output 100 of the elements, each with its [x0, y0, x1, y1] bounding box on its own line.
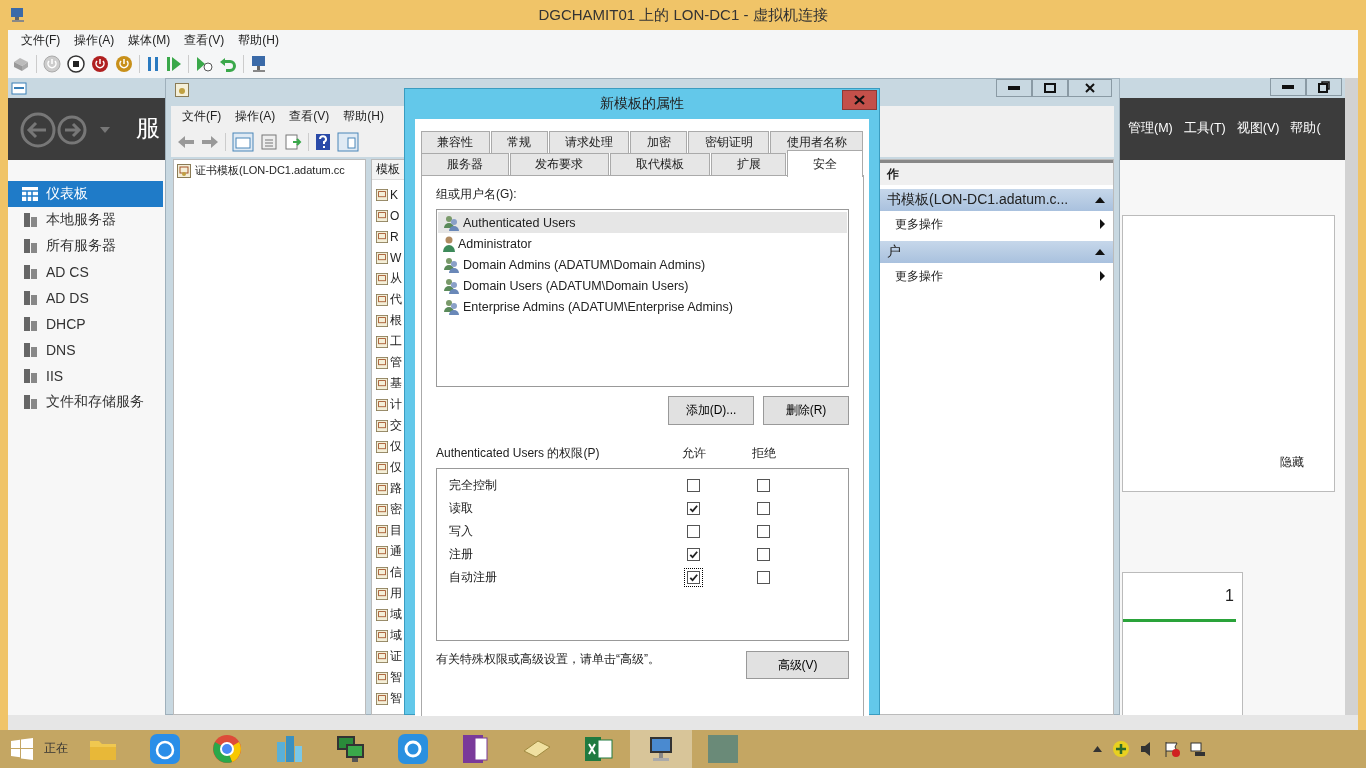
list-item[interactable]: Administrator — [438, 233, 847, 254]
template-row[interactable]: 代 — [376, 289, 402, 310]
menu-item[interactable]: 工具(T) — [1183, 120, 1226, 137]
minimize-button[interactable] — [996, 79, 1032, 97]
pause-icon[interactable] — [146, 56, 160, 72]
menu-item[interactable]: 管理(M) — [1128, 120, 1173, 137]
dialog-button[interactable]: 添加(D)... — [668, 396, 754, 425]
tab[interactable]: 安全 — [787, 150, 863, 177]
section-header[interactable]: 书模板(LON-DC1.adatum.c... — [879, 189, 1113, 211]
nav-item[interactable]: 所有服务器 — [8, 233, 163, 259]
monitor-icon[interactable] — [250, 55, 268, 73]
template-row[interactable]: 仅 — [376, 457, 402, 478]
undo-icon[interactable] — [219, 55, 237, 73]
advanced-button[interactable]: 高级(V) — [746, 651, 849, 679]
nav-item[interactable]: 文件和存储服务 — [8, 389, 163, 415]
list-item[interactable]: Enterprise Admins (ADATUM\Enterprise Admins) — [438, 296, 847, 317]
tab[interactable]: 兼容性 — [421, 131, 490, 153]
tab[interactable]: 扩展 — [710, 153, 787, 175]
taskbar-button[interactable] — [630, 730, 692, 768]
collapse-icon[interactable] — [1095, 197, 1105, 203]
tab[interactable]: 加密 — [630, 131, 688, 153]
menu-item[interactable]: 帮助(H) — [336, 108, 391, 125]
template-row[interactable]: 智 — [376, 667, 402, 688]
flag-icon[interactable] — [1164, 741, 1180, 757]
tab[interactable]: 常规 — [490, 131, 548, 153]
nav-item[interactable]: 本地服务器 — [8, 207, 163, 233]
menu-item[interactable]: 视图(V) — [1236, 120, 1280, 137]
template-row[interactable]: 域 — [376, 625, 402, 646]
list-item[interactable]: Domain Users (ADATUM\Domain Users) — [438, 275, 847, 296]
help-icon[interactable] — [315, 133, 331, 151]
minimize-button[interactable] — [1270, 78, 1306, 96]
template-row[interactable]: R — [376, 226, 402, 247]
tab[interactable]: 请求处理 — [548, 131, 630, 153]
tab[interactable]: 密钥证明 — [688, 131, 770, 153]
plus-badge-icon[interactable] — [1112, 740, 1130, 758]
maximize-button[interactable] — [1032, 79, 1068, 97]
menu-item[interactable]: 操作(A) — [67, 31, 122, 49]
export-icon[interactable] — [284, 133, 302, 151]
network-icon[interactable] — [1190, 741, 1206, 757]
action-item[interactable]: 更多操作 — [879, 263, 1113, 289]
restore-button[interactable] — [1306, 78, 1342, 96]
power-icon[interactable] — [91, 55, 109, 73]
menu-item[interactable]: 查看(V) — [177, 31, 232, 49]
template-row[interactable]: 用 — [376, 583, 402, 604]
template-row[interactable]: 计 — [376, 394, 402, 415]
menu-item[interactable]: 媒体(M) — [121, 31, 178, 49]
list-item[interactable]: Domain Admins (ADATUM\Domain Admins) — [438, 254, 847, 275]
menu-item[interactable]: 文件(F) — [175, 108, 229, 125]
list-item[interactable]: Authenticated Users — [438, 212, 847, 233]
template-row[interactable]: W — [376, 247, 402, 268]
nav-item[interactable]: DNS — [8, 337, 163, 363]
power-icon[interactable] — [115, 55, 133, 73]
menu-item[interactable]: 文件(F) — [14, 31, 68, 49]
nav-item[interactable]: 仪表板 — [8, 181, 163, 207]
scrollbar[interactable] — [8, 715, 1358, 730]
close-button[interactable] — [1068, 79, 1112, 97]
template-row[interactable]: 根 — [376, 310, 402, 331]
tab[interactable]: 取代模板 — [610, 153, 710, 175]
section-header[interactable]: 户 — [879, 241, 1113, 263]
keys-icon[interactable] — [12, 56, 30, 72]
template-row[interactable]: 证 — [376, 646, 402, 667]
collapse-icon[interactable] — [1095, 249, 1105, 255]
column-header[interactable]: 模板 — [372, 160, 405, 180]
nav-item[interactable]: IIS — [8, 363, 163, 389]
menu-item[interactable]: 帮助(H) — [231, 31, 286, 49]
stop-icon[interactable] — [67, 55, 85, 73]
template-row[interactable]: K — [376, 184, 402, 205]
template-row[interactable]: 交 — [376, 415, 402, 436]
tab[interactable]: 发布要求 — [509, 153, 610, 175]
template-row[interactable]: 工 — [376, 331, 402, 352]
template-row[interactable]: 目 — [376, 520, 402, 541]
tab[interactable]: 服务器 — [421, 153, 509, 175]
nav-item[interactable]: AD CS — [8, 259, 163, 285]
template-row[interactable]: 智 — [376, 688, 402, 709]
nav-item[interactable]: DHCP — [8, 311, 163, 337]
menu-item[interactable]: 查看(V) — [282, 108, 337, 125]
template-row[interactable]: 仅 — [376, 436, 402, 457]
template-row[interactable]: 密 — [376, 499, 402, 520]
tab[interactable]: 使用者名称 — [770, 131, 863, 153]
snapshot-icon[interactable] — [195, 55, 213, 73]
template-row[interactable]: 路 — [376, 478, 402, 499]
tree-item[interactable]: 证书模板(LON-DC1.adatum.cc — [177, 163, 345, 178]
play-icon[interactable] — [166, 56, 182, 72]
checkbox[interactable] — [683, 568, 703, 587]
action-item[interactable]: 更多操作 — [879, 211, 1113, 237]
dialog-button[interactable]: 删除(R) — [763, 396, 849, 425]
template-row[interactable]: 从 — [376, 268, 402, 289]
nav-item[interactable]: AD DS — [8, 285, 163, 311]
template-row[interactable]: 域 — [376, 604, 402, 625]
template-row[interactable]: 通 — [376, 541, 402, 562]
menu-item[interactable]: 操作(A) — [228, 108, 283, 125]
template-row[interactable]: O — [376, 205, 402, 226]
template-row[interactable]: 信 — [376, 562, 402, 583]
scrollbar[interactable] — [1345, 78, 1358, 715]
user-list[interactable]: Authenticated Users Administrator Domain Admins (ADATUM\Domain Admins) Domain Users (ADATUM\Domain Users) Enterprise Admins (ADATUM\Enterprise Admins) — [436, 209, 849, 387]
menu-item[interactable]: 帮助( — [1290, 120, 1321, 137]
hide-link[interactable]: 隐藏 — [1280, 454, 1304, 471]
template-row[interactable]: 基 — [376, 373, 402, 394]
chevron-up-icon[interactable] — [1093, 746, 1102, 752]
template-row[interactable]: 管 — [376, 352, 402, 373]
